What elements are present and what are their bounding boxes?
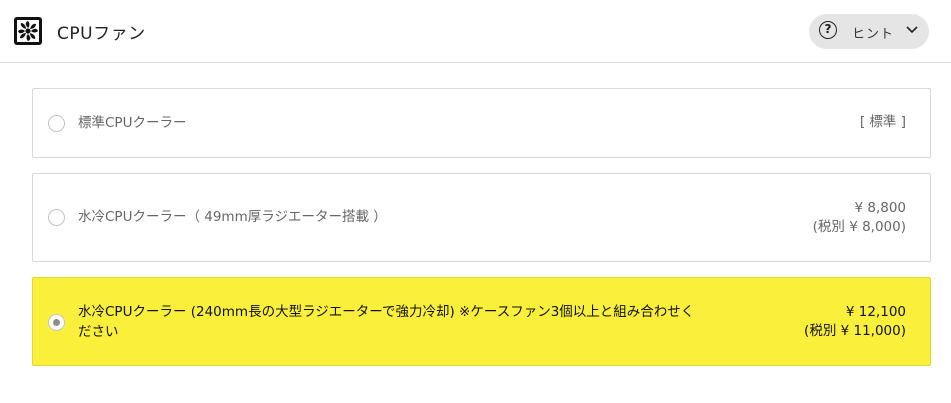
option-label-line1: 水冷CPUクーラー (240mm長の大型ラジエーターで強力冷却) ※ケースファン… (78, 304, 695, 320)
option-tax-note: (税別 ¥ 8,000) (812, 219, 906, 235)
chevron-down-icon (906, 26, 918, 34)
option-price: ¥ 12,100 (845, 304, 906, 320)
option-label: 水冷CPUクーラー（ 49mm厚ラジエーター搭載 ） (78, 209, 387, 225)
option-water-cooler-49mm[interactable]: 水冷CPUクーラー（ 49mm厚ラジエーター搭載 ） ¥ 8,800 (税別 ¥… (32, 173, 931, 262)
hint-label: ヒント (852, 27, 895, 42)
page-header: CPUファン ? ヒント (0, 0, 951, 63)
option-price: ¥ 8,800 (854, 200, 906, 216)
radio-button[interactable] (48, 209, 65, 226)
option-label: 標準CPUクーラー (78, 115, 187, 131)
page-title: CPUファン (57, 24, 146, 44)
option-label: 水冷CPUクーラー (240mm長の大型ラジエーターで強力冷却) ※ケースファン… (78, 302, 694, 342)
option-price-block: ¥ 12,100 (税別 ¥ 11,000) (804, 303, 906, 341)
hint-button[interactable]: ? ヒント (809, 14, 929, 49)
question-circle-icon: ? (819, 21, 837, 39)
option-label-line2: ださい (78, 324, 119, 340)
option-water-cooler-240mm[interactable]: 水冷CPUクーラー (240mm長の大型ラジエーターで強力冷却) ※ケースファン… (32, 277, 931, 366)
fan-icon (14, 17, 42, 45)
option-tax-note: (税別 ¥ 11,000) (804, 323, 906, 339)
radio-button[interactable] (48, 115, 65, 132)
option-price: [ 標準 ] (859, 114, 906, 130)
radio-dot (53, 319, 60, 326)
option-standard-cooler[interactable]: 標準CPUクーラー [ 標準 ] (32, 88, 931, 158)
option-price-block: ¥ 8,800 (税別 ¥ 8,000) (813, 199, 906, 237)
radio-button-selected[interactable] (48, 314, 65, 331)
